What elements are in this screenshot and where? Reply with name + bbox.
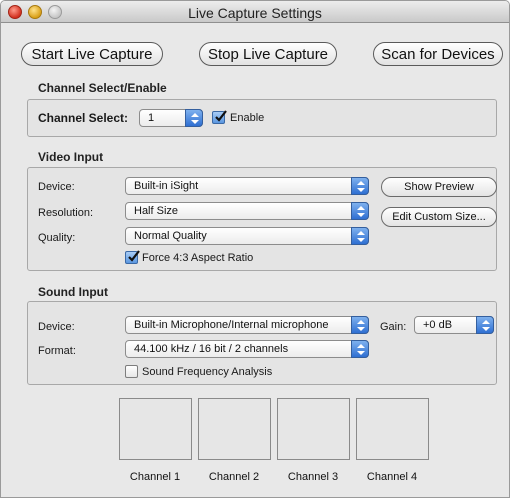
up-down-arrows-icon — [351, 316, 369, 334]
up-down-arrows-icon — [351, 202, 369, 220]
resolution-popup[interactable]: Half Size — [125, 202, 369, 220]
channel-4-label: Channel 4 — [366, 471, 418, 483]
video-input-section-title: Video Input — [38, 150, 104, 164]
sound-device-value: Built-in Microphone/Internal microphone — [134, 319, 329, 331]
channel-select-label: Channel Select: — [38, 111, 129, 125]
quality-value: Normal Quality — [134, 230, 207, 242]
enable-checkbox[interactable] — [212, 110, 227, 124]
resolution-value: Half Size — [134, 205, 179, 217]
up-down-arrows-icon — [185, 109, 203, 127]
gain-popup[interactable]: +0 dB — [414, 316, 494, 334]
edit-custom-size-button[interactable]: Edit Custom Size... — [381, 207, 497, 227]
format-popup[interactable]: 44.100 kHz / 16 bit / 2 channels — [125, 340, 369, 358]
channel-1-meter — [119, 398, 192, 460]
channel-2-meter — [198, 398, 271, 460]
up-down-arrows-icon — [351, 227, 369, 245]
channel-2-label: Channel 2 — [208, 471, 260, 483]
scan-for-devices-button[interactable]: Scan for Devices — [373, 42, 503, 66]
live-capture-settings-window: Live Capture Settings Start Live Capture… — [0, 0, 510, 498]
sound-device-popup[interactable]: Built-in Microphone/Internal microphone — [125, 316, 369, 334]
stop-live-capture-button[interactable]: Stop Live Capture — [199, 42, 337, 66]
up-down-arrows-icon — [351, 340, 369, 358]
enable-label: Enable — [230, 112, 265, 124]
checkmark-icon — [215, 110, 227, 122]
gain-label: Gain: — [380, 321, 407, 333]
format-label: Format: — [38, 345, 76, 357]
force-aspect-checkbox[interactable] — [125, 250, 140, 264]
sound-input-section-title: Sound Input — [38, 285, 108, 299]
channel-section-title: Channel Select/Enable — [38, 81, 167, 95]
start-live-capture-button[interactable]: Start Live Capture — [21, 42, 163, 66]
up-down-arrows-icon — [476, 316, 494, 334]
quality-label: Quality: — [38, 232, 76, 244]
force-aspect-label: Force 4:3 Aspect Ratio — [142, 252, 254, 264]
video-device-label: Device: — [38, 181, 75, 193]
window-title: Live Capture Settings — [188, 5, 322, 21]
channel-3-meter — [277, 398, 350, 460]
sound-frequency-analysis-label: Sound Frequency Analysis — [142, 366, 273, 378]
up-down-arrows-icon — [351, 177, 369, 195]
checkmark-icon — [128, 250, 140, 262]
sound-device-label: Device: — [38, 321, 75, 333]
sound-frequency-analysis-checkbox[interactable] — [125, 365, 138, 378]
video-device-popup[interactable]: Built-in iSight — [125, 177, 369, 195]
channel-3-label: Channel 3 — [287, 471, 339, 483]
format-value: 44.100 kHz / 16 bit / 2 channels — [134, 343, 289, 355]
channel-1-label: Channel 1 — [129, 471, 181, 483]
channel-4-meter — [356, 398, 429, 460]
gain-value: +0 dB — [423, 319, 453, 331]
video-device-value: Built-in iSight — [134, 180, 199, 192]
title-bar[interactable]: Live Capture Settings — [1, 1, 509, 23]
channel-select-value: 1 — [148, 112, 155, 124]
channel-select-popup[interactable]: 1 — [139, 109, 203, 127]
quality-popup[interactable]: Normal Quality — [125, 227, 369, 245]
resolution-label: Resolution: — [38, 207, 94, 219]
show-preview-button[interactable]: Show Preview — [381, 177, 497, 197]
